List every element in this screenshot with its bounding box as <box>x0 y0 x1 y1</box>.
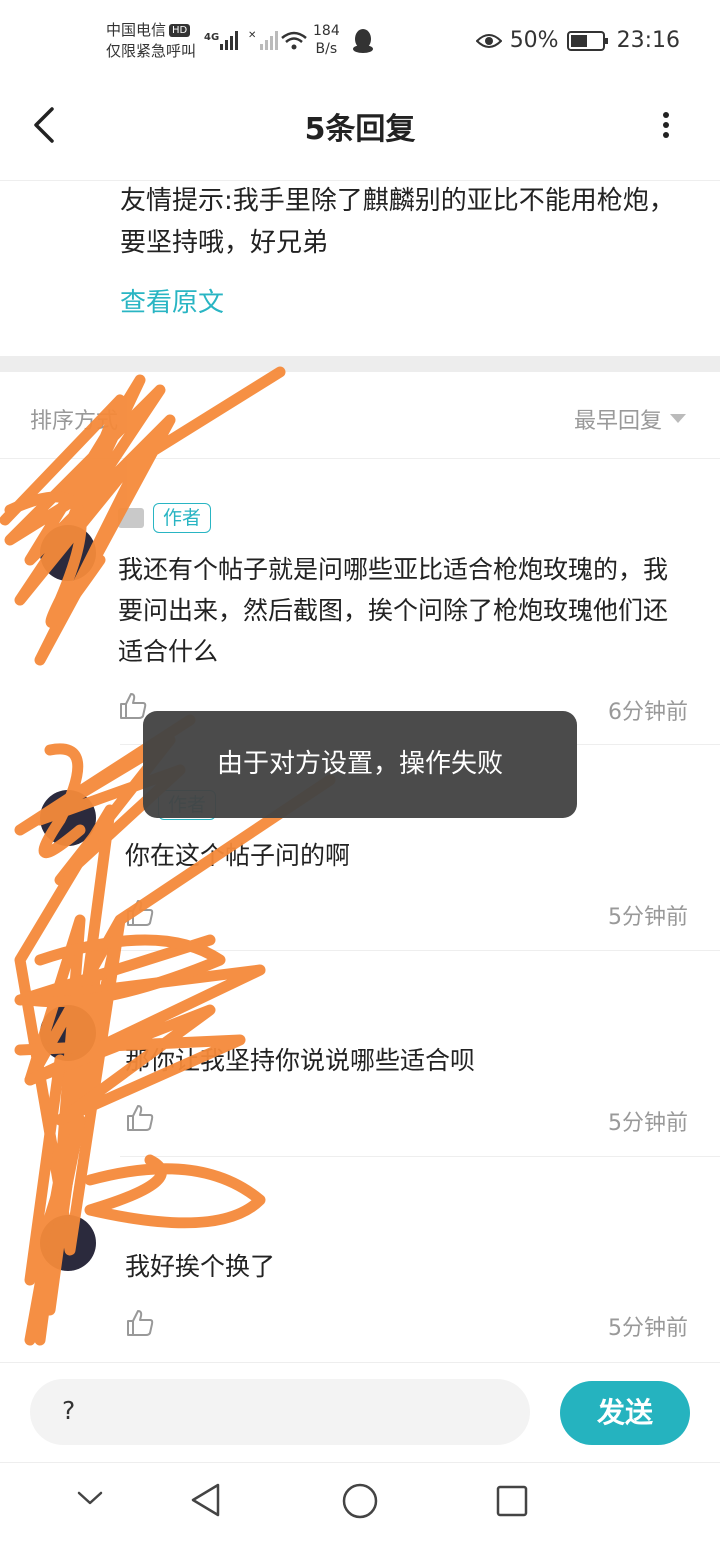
carrier-info: 中国电信 HD 仅限紧急呼叫 <box>106 20 196 62</box>
toast-message: 由于对方设置，操作失败 <box>143 711 577 818</box>
network-speed-unit: B/s <box>315 41 338 57</box>
network-speed-value: 184 <box>313 23 340 39</box>
reply-time: 6分钟前 <box>608 700 688 725</box>
nav-home-icon[interactable] <box>341 1482 379 1520</box>
reply-time: 5分钟前 <box>608 905 688 930</box>
chevron-down-icon[interactable] <box>76 1488 104 1508</box>
reply-input-value[interactable]: ? <box>62 1396 75 1425</box>
sort-value: 最早回复 <box>573 409 662 434</box>
sort-dropdown[interactable]: 最早回复 <box>574 403 686 435</box>
svg-text:4G: 4G <box>204 32 219 43</box>
emergency-only-text: 仅限紧急呼叫 <box>106 42 197 60</box>
hd-badge: HD <box>169 24 191 37</box>
eye-comfort-icon <box>475 33 502 48</box>
carrier-name: 中国电信 <box>106 21 167 39</box>
battery-percent: 50% <box>509 28 559 53</box>
redaction-scribble <box>0 366 336 1346</box>
svg-text:✕: ✕ <box>248 30 256 41</box>
dropdown-triangle-icon <box>670 414 686 423</box>
battery-icon <box>566 30 608 51</box>
signal-icons: 4G ✕ <box>204 30 307 50</box>
reply-input[interactable] <box>30 1379 530 1445</box>
more-options-icon[interactable] <box>652 104 680 148</box>
status-right: 50% 23:16 <box>475 28 680 53</box>
original-post-text: 友情提示:我手里除了麒麟别的亚比不能用枪炮，要坚持哦，好兄弟 <box>120 186 675 258</box>
page-title: 5条回复 <box>304 112 416 147</box>
reply-time: 5分钟前 <box>608 1316 688 1341</box>
clock: 23:16 <box>616 28 680 53</box>
nav-back-icon[interactable] <box>188 1482 222 1518</box>
send-button[interactable]: 发送 <box>560 1381 690 1445</box>
qq-penguin-icon <box>353 29 373 53</box>
nav-recents-icon[interactable] <box>495 1484 529 1518</box>
reply-time: 5分钟前 <box>608 1111 688 1136</box>
network-speed: 184 B/s <box>313 22 340 58</box>
view-original-link[interactable]: 查看原文 <box>120 282 224 319</box>
